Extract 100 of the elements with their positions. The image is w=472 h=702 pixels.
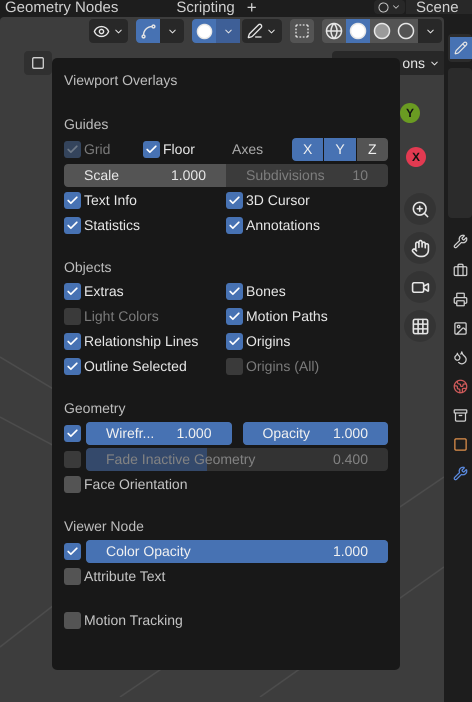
droplets-icon [452,350,468,365]
checkbox-label: Origins [246,332,290,351]
checkbox[interactable] [64,568,81,585]
checkbox-label: Statistics [84,216,140,235]
archive-icon [452,408,468,423]
check-icon [66,219,79,232]
check-icon [66,142,79,156]
tool-tab[interactable] [450,37,472,59]
slider-field[interactable]: Opacity 1.000 [242,422,388,444]
zoom-icon [410,200,430,218]
popover-title: Viewport Overlays [64,71,178,90]
checkbox-label: Attribute Text [84,567,166,586]
checkbox-label: Bones [246,282,286,301]
scene-selector[interactable] [374,0,405,14]
slider-label: Fade Inactive Geometry [106,450,256,469]
checkbox-label: Extras [84,282,124,301]
checkbox[interactable] [226,217,243,234]
section-title: Geometry [64,399,126,418]
slider-field[interactable]: Wirefr... 1.000 [86,422,232,444]
checkbox[interactable] [64,283,81,300]
section-title: Viewer Node [64,517,145,536]
slider-value: 0.400 [332,450,368,468]
check-icon [66,194,79,207]
checkbox[interactable] [64,333,81,350]
gizmo-toggle[interactable] [136,19,160,43]
checkbox-label: Origins (All) [246,357,320,376]
checkbox[interactable] [226,308,243,325]
printer-icon [452,292,468,307]
checkbox[interactable] [64,192,81,209]
briefcase-icon [452,263,468,278]
axis-toggle[interactable]: X [292,138,324,160]
curve-arrow-icon [140,22,156,40]
checkbox-label: 3D Cursor [246,191,310,210]
checkbox-label: Outline Selected [84,357,187,376]
image-icon [452,321,468,336]
axis-toggle[interactable]: Z [356,138,388,160]
check-icon [66,544,79,558]
workspace-tab[interactable]: Geometry Nodes [3,0,120,14]
checkbox[interactable] [226,333,243,350]
check-icon [228,194,241,207]
checkbox-label: Grid [84,140,110,158]
grid-icon [410,316,430,336]
slider-value: 1.000 [332,424,368,442]
checkbox-label: Text Info [84,191,137,210]
checkbox-label: Light Colors [84,307,159,326]
add-workspace-button[interactable]: + [246,0,257,16]
visibility-dropdown[interactable] [89,19,128,43]
checkbox[interactable] [64,612,81,629]
checkbox-label: Motion Paths [246,307,328,326]
zoom-button[interactable] [404,193,436,225]
pencil-icon [454,41,468,55]
slider-label: Wirefr... [106,424,154,442]
wrench-icon [452,466,468,481]
xray-toggle[interactable] [290,19,314,43]
check-icon [66,360,79,373]
number-field[interactable]: Scale 1.000 [64,164,226,186]
section-title: Objects [64,258,112,277]
dashed-square-icon [294,23,310,39]
checkbox-label: Motion Tracking [84,611,183,630]
slider-field[interactable]: Color Opacity 1.000 [86,540,388,562]
check-icon [66,426,79,440]
pan-button[interactable] [404,232,436,264]
shading-mode-button[interactable] [346,19,370,43]
slider-value: 1.000 [332,542,368,560]
3d-viewport[interactable] [0,17,444,702]
axes-label: Axes [232,140,264,158]
shading-mode-button[interactable] [394,19,418,43]
solid-sphere-icon [349,22,367,40]
checkbox[interactable] [226,283,243,300]
perspective-button[interactable] [404,310,436,342]
checkbox[interactable] [226,192,243,209]
check-icon [66,285,79,298]
slider-label: Color Opacity [106,542,191,561]
checkbox-label: Floor [163,140,195,158]
mirror-button[interactable] [24,51,52,75]
shading-mode-button[interactable] [322,19,346,43]
check-icon [145,142,158,156]
checkbox-label: Face Orientation [84,475,188,494]
checkbox[interactable] [64,358,81,375]
material-sphere-icon [373,22,391,40]
checkbox[interactable] [64,476,81,493]
check-icon [228,310,241,323]
slider-label: Opacity [262,424,310,443]
scene-icon [378,2,389,12]
checkbox[interactable] [64,424,81,442]
check-icon [66,335,79,348]
axis-toggle[interactable]: Y [324,138,356,160]
annotation-dropdown[interactable] [242,19,282,43]
checkbox[interactable] [143,140,160,158]
checkbox[interactable] [64,542,81,560]
camera-button[interactable] [404,271,436,303]
overlays-toggle[interactable] [192,19,216,43]
pen-icon [247,23,263,39]
section-title: Guides [64,115,110,134]
checkbox[interactable] [64,217,81,234]
check-icon [228,335,241,348]
scene-name[interactable]: Scene [406,0,472,14]
shading-mode-button[interactable] [370,19,394,43]
workspace-tab[interactable]: Scripting [174,0,237,14]
rendered-sphere-icon [397,22,415,40]
